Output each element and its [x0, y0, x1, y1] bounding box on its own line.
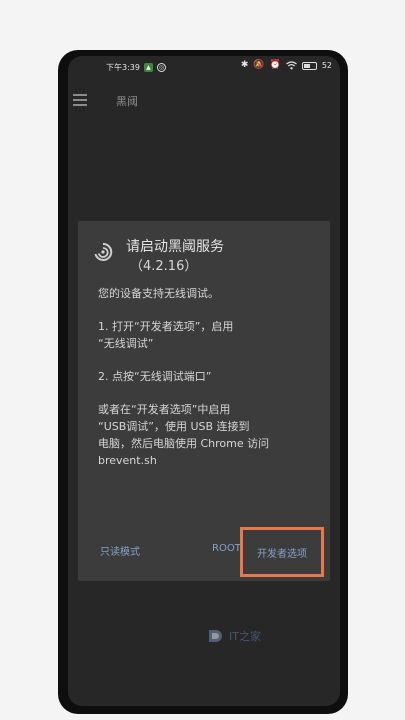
status-right: ✱ 🔕 ⏰ 52: [240, 60, 332, 71]
root-button[interactable]: ROOT: [212, 543, 241, 554]
developer-options-label: 开发者选项: [257, 548, 307, 560]
battery-icon: [301, 61, 317, 70]
status-left: 下午3:39 ▲ ◎: [106, 62, 166, 73]
developer-options-button[interactable]: 开发者选项: [240, 527, 324, 577]
status-bar: 下午3:39 ▲ ◎ ✱ 🔕 ⏰ 52: [68, 56, 340, 78]
bluetooth-icon: ✱: [240, 60, 249, 70]
mute-icon: 🔕: [253, 60, 265, 70]
battery-percent: 52: [321, 61, 332, 70]
app-bar: 黑阈: [68, 86, 340, 116]
dialog-intro: 您的设备支持无线调试。: [98, 287, 219, 300]
dialog-step-1: 1. 打开“开发者选项”，启用 “无线调试”: [98, 320, 234, 350]
hamburger-menu-icon[interactable]: [73, 94, 87, 106]
dialog-body: 您的设备支持无线调试。 1. 打开“开发者选项”，启用 “无线调试” 2. 点按…: [98, 285, 320, 485]
phone-screen: 下午3:39 ▲ ◎ ✱ 🔕 ⏰ 52 黑阈 请启动黑阈服务 （4.2.16） …: [68, 56, 340, 706]
wifi-icon: [285, 61, 297, 70]
notification-sync-icon: ◎: [156, 63, 166, 72]
dialog-step-2: 2. 点按“无线调试端口”: [98, 370, 212, 383]
app-title: 黑阈: [116, 95, 138, 108]
phone-frame: 下午3:39 ▲ ◎ ✱ 🔕 ⏰ 52 黑阈 请启动黑阈服务 （4.2.16） …: [58, 50, 348, 714]
status-time: 下午3:39: [106, 63, 140, 72]
alarm-icon: ⏰: [269, 60, 281, 70]
brevent-logo-icon: [94, 242, 113, 261]
notification-app-icon: ▲: [143, 63, 153, 72]
watermark: IT之家: [208, 628, 261, 644]
dialog-title: 请启动黑阈服务: [126, 239, 224, 255]
dialog-actions: 只读模式 ROOT 开发者选项: [78, 525, 330, 581]
watermark-text: IT之家: [229, 630, 261, 643]
dialog-version: （4.2.16）: [130, 259, 198, 274]
dialog-alternative: 或者在“开发者选项”中启用 “USB调试”，使用 USB 连接到 电脑，然后电脑…: [98, 403, 270, 467]
watermark-logo-icon: [209, 630, 222, 642]
readonly-mode-button[interactable]: 只读模式: [100, 543, 140, 558]
start-service-dialog: 请启动黑阈服务 （4.2.16） 您的设备支持无线调试。 1. 打开“开发者选项…: [78, 221, 330, 581]
